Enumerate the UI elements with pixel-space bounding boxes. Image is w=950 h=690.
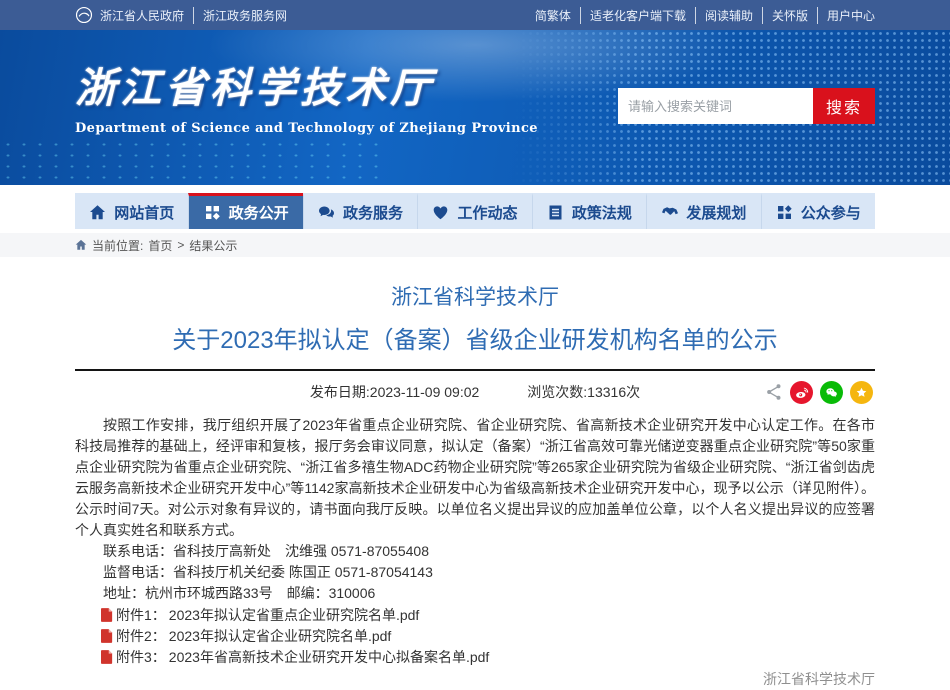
address-line: 地址：杭州市环城西路33号 邮编：310006 [75,583,875,604]
view-count: 浏览次数: 13316次 [527,382,640,402]
site-search: 搜索 [618,88,875,124]
heart-icon [432,204,449,221]
breadcrumb-current[interactable]: 结果公示 [189,237,237,254]
nav-tab-label: 公众参与 [801,202,861,223]
nav-tab-services[interactable]: 政务服务 [303,193,417,229]
participation-grid-icon [776,204,793,221]
view-count-value: 13316次 [587,382,640,402]
search-button[interactable]: 搜索 [813,88,875,124]
nav-tab-policies[interactable]: 政策法规 [532,193,646,229]
article-org-title: 浙江省科学技术厅 [75,285,875,310]
article-content: 浙江省科学技术厅 关于2023年拟认定（备案）省级企业研发机构名单的公示 发布日… [75,257,875,690]
link-elderly-client-download[interactable]: 适老化客户端下载 [580,7,686,24]
link-reading-aid[interactable]: 阅读辅助 [695,7,753,24]
nav-tab-news[interactable]: 工作动态 [417,193,531,229]
pdf-file-icon [101,629,113,643]
pdf-file-icon [101,608,113,622]
attachment-filename: 2023年拟认定省企业研究院名单.pdf [169,626,392,646]
share-qzone-icon[interactable] [850,381,873,404]
publish-date-value: 2023-11-09 09:02 [370,384,480,400]
article-meta-row: 发布日期: 2023-11-09 09:02 浏览次数: 13316次 [75,371,875,413]
nav-tab-label: 工作动态 [457,202,517,223]
attachment-filename: 2023年拟认定省重点企业研究院名单.pdf [169,605,420,625]
topbar-right-links: 简繁体 适老化客户端下载 阅读辅助 关怀版 用户中心 [535,7,875,24]
nav-tab-label: 发展规划 [686,202,746,223]
pdf-file-icon [101,650,113,664]
attachment-link-1[interactable]: 附件1：2023年拟认定省重点企业研究院名单.pdf [75,604,875,625]
share-wechat-icon[interactable] [820,381,843,404]
main-navigation: 网站首页 政务公开 政务服务 工作动态 政策法规 发展规划 公众参与 [75,193,875,229]
government-emblem-icon [75,6,93,24]
nav-tab-participation[interactable]: 公众参与 [761,193,875,229]
breadcrumb-home-link[interactable]: 首页 [148,237,172,254]
site-logo-subtitle: Department of Science and Technology of … [75,121,538,136]
breadcrumb: 当前位置: 首页 > 结果公示 [0,233,950,257]
header-banner: 浙江省科学技术厅 Department of Science and Techn… [0,30,950,185]
site-logo[interactable]: 浙江省科学技术厅 Department of Science and Techn… [75,68,538,136]
link-zhejiang-service[interactable]: 浙江政务服务网 [193,7,287,24]
view-count-label: 浏览次数: [527,382,587,402]
search-input[interactable] [618,88,813,124]
attachment-label: 附件1： [116,605,166,625]
site-logo-title: 浙江省科学技术厅 [75,68,538,109]
topbar-left-group: 浙江省人民政府 浙江政务服务网 [75,6,287,24]
article-signature: 浙江省科学技术厅 [75,669,875,690]
publish-date-label: 发布日期: [310,382,370,402]
breadcrumb-separator: > [177,238,184,252]
nav-tab-planning[interactable]: 发展规划 [646,193,760,229]
link-user-center[interactable]: 用户中心 [817,7,875,24]
attachment-link-3[interactable]: 附件3：2023年省高新技术企业研究开发中心拟备案名单.pdf [75,646,875,667]
share-weibo-icon[interactable] [790,381,813,404]
breadcrumb-label: 当前位置: [92,237,143,254]
attachment-label: 附件3： [116,647,166,667]
publish-date: 发布日期: 2023-11-09 09:02 [310,382,479,402]
nav-tab-label: 政务服务 [343,202,403,223]
handshake-icon [661,204,678,221]
nav-tab-home[interactable]: 网站首页 [75,193,188,229]
document-icon [547,204,564,221]
breadcrumb-home-icon [75,239,87,251]
home-icon [89,204,106,221]
disclosure-grid-icon [204,204,221,221]
attachment-link-2[interactable]: 附件2：2023年拟认定省企业研究院名单.pdf [75,625,875,646]
top-utility-bar: 浙江省人民政府 浙江政务服务网 简繁体 适老化客户端下载 阅读辅助 关怀版 用户… [0,0,950,30]
share-icon[interactable] [765,383,783,401]
nav-tab-label: 网站首页 [114,202,174,223]
supervision-phone-line: 监督电话：省科技厅机关纪委 陈国正 0571-87054143 [75,562,875,583]
topbar-left-links: 浙江省人民政府 浙江政务服务网 [100,7,287,24]
attachment-label: 附件2： [116,626,166,646]
article-paragraph: 按照工作安排，我厅组织开展了2023年省重点企业研究院、省企业研究院、省高新技术… [75,415,875,541]
attachment-filename: 2023年省高新技术企业研究开发中心拟备案名单.pdf [169,647,490,667]
link-zhejiang-gov[interactable]: 浙江省人民政府 [100,7,184,24]
link-simplified-traditional[interactable]: 简繁体 [535,7,571,24]
nav-tab-label: 政策法规 [572,202,632,223]
contact-phone-line: 联系电话：省科技厅高新处 沈维强 0571-87055408 [75,541,875,562]
nav-tab-disclosure[interactable]: 政务公开 [188,193,302,229]
banner-dot-sparkles [0,139,380,185]
nav-tab-label: 政务公开 [229,202,289,223]
link-care-version[interactable]: 关怀版 [762,7,808,24]
share-toolbar [765,371,873,413]
chat-bubbles-icon [318,204,335,221]
article-title: 关于2023年拟认定（备案）省级企业研发机构名单的公示 [75,325,875,356]
